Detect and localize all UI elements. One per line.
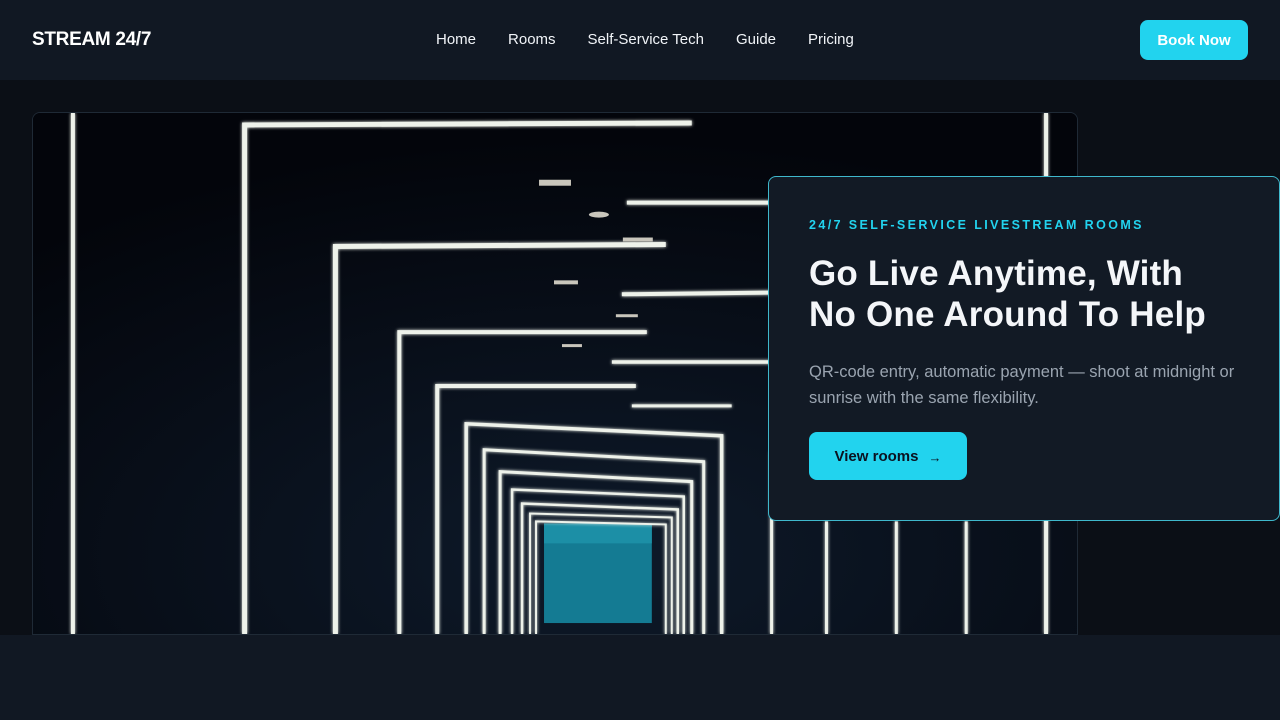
hero-subtext: QR-code entry, automatic payment — shoot… (809, 363, 1235, 407)
arrow-right-icon: → (928, 449, 942, 465)
hero-headline-line-2: No One Around To Help (809, 295, 1206, 334)
hero-eyebrow: 24/7 SELF-SERVICE LIVESTREAM ROOMS (809, 218, 1144, 232)
nav-rooms[interactable]: Rooms (508, 28, 556, 52)
nav-self-service-tech[interactable]: Self-Service Tech (588, 28, 704, 52)
hero-card: 24/7 SELF-SERVICE LIVESTREAM ROOMS Go Li… (768, 176, 1280, 521)
view-rooms-button[interactable]: View rooms → (809, 432, 967, 480)
site-header: STREAM 24/7 Home Rooms Self-Service Tech… (0, 0, 1280, 80)
nav-pricing[interactable]: Pricing (808, 28, 854, 52)
hero-headline-line-1: Go Live Anytime, With (809, 254, 1184, 293)
view-rooms-label: View rooms (834, 447, 919, 465)
main-nav: Home Rooms Self-Service Tech Guide Prici… (420, 28, 870, 52)
book-now-button[interactable]: Book Now (1140, 20, 1248, 60)
nav-guide[interactable]: Guide (736, 28, 776, 52)
page-bottom-section (0, 635, 1280, 720)
hero-headline: Go Live Anytime, With No One Around To H… (809, 253, 1239, 335)
site-logo[interactable]: STREAM 24/7 (32, 28, 151, 52)
nav-home[interactable]: Home (436, 28, 476, 52)
